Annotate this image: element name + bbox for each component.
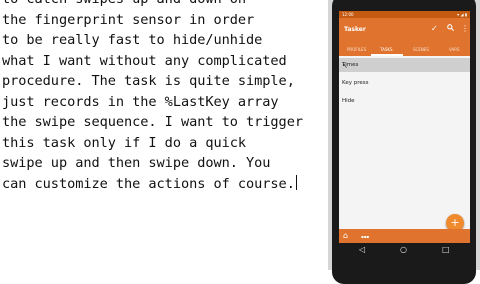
status-bar: 12:00 ▾ ◢ ▮ [339,11,470,18]
editor-line: to catch swipes up and down on [2,0,326,10]
editor-line: this task only if I do a quick [2,134,247,151]
task-list: Times ↖ Key press Hide [339,56,470,236]
editor-line: what I want without any complicated [2,52,287,69]
text-editor[interactable]: to catch swipes up and down onthe finger… [0,0,329,270]
status-time: 12:00 [342,12,354,17]
task-label: Hide [342,98,355,104]
editor-line: procedure. The task is quite simple, [2,73,295,89]
phone-screen: 12:00 ▾ ◢ ▮ Tasker ✓ ⋮ PROFILES TASKS SC… [339,11,470,243]
back-icon[interactable]: ◁ [359,245,365,255]
editor-line: the swipe sequence. I want to trigger [2,114,303,130]
list-item[interactable]: Key press [339,76,470,90]
home-icon[interactable]: ⌂ [343,231,348,240]
home-circle-icon[interactable]: ○ [400,245,407,255]
list-item[interactable]: Times ↖ [339,58,470,72]
bottom-bar-label: ▪▪▪ [361,234,370,239]
tab-scenes[interactable]: SCENES [413,47,429,52]
editor-line: the fingerprint sensor in order [2,11,255,28]
editor-line: can customize the actions of course. [2,175,295,192]
mouse-cursor-icon: ↖ [342,62,348,70]
editor-line: to be really fast to hide/unhide [2,32,263,48]
search-icon[interactable] [447,24,455,34]
more-vert-icon[interactable]: ⋮ [461,24,469,34]
list-item[interactable]: Hide [339,94,470,108]
recents-icon[interactable]: □ [442,245,450,255]
editor-line-last: can customize the actions of course. [2,174,326,195]
bottom-bar: ⌂ ▪▪▪ [339,229,470,243]
text-caret [295,174,297,190]
app-title: Tasker [344,26,366,33]
tab-profiles[interactable]: PROFILES [347,47,366,52]
tab-bar: PROFILES TASKS SCENES VARS [339,43,470,56]
editor-line: swipe up and then swipe down. You [2,155,271,171]
editor-line: just records in the %LastKey array [2,93,279,110]
editor-text[interactable]: to catch swipes up and down onthe finger… [2,0,326,194]
tab-tasks[interactable]: TASKS [380,47,393,52]
task-label: Key press [342,80,369,86]
android-nav-bar: ◁ ○ □ [339,243,470,257]
tab-vars[interactable]: VARS [449,47,460,52]
app-bar: Tasker ✓ ⋮ [339,18,470,43]
status-icons: ▾ ◢ ▮ [457,12,467,17]
check-icon[interactable]: ✓ [431,24,438,34]
